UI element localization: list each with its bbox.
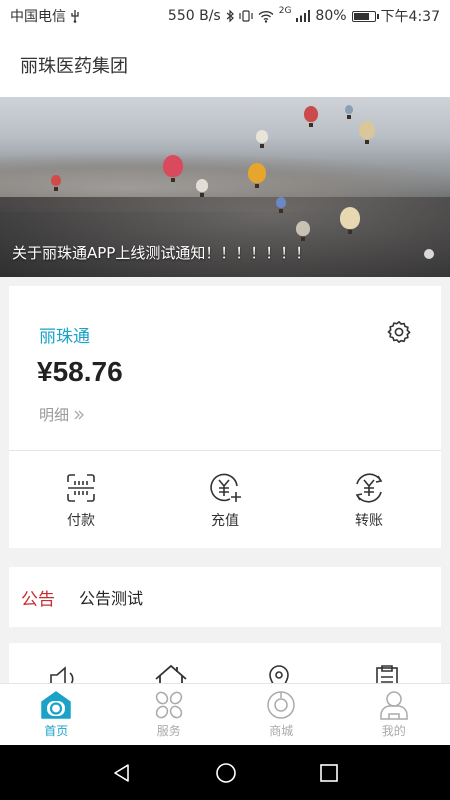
pay-label: 付款 [67, 513, 95, 529]
carousel-indicator[interactable] [424, 249, 434, 259]
wallet-balance: ¥58.76 [37, 356, 123, 387]
balloon-image [163, 155, 183, 182]
pay-button[interactable]: 付款 [9, 472, 153, 530]
yuan-plus-icon [210, 473, 241, 502]
vibrate-icon [239, 10, 253, 22]
detail-label: 明细 [39, 406, 70, 424]
announcement-text[interactable]: 公告测试 [79, 585, 143, 609]
balloon-image [51, 175, 61, 191]
tab-service[interactable]: 服务 [113, 684, 226, 745]
page-title: 丽珠医药集团 [20, 56, 128, 77]
clock: 下午4:37 [380, 9, 440, 25]
mall-icon [267, 691, 295, 719]
announcement-bar[interactable]: 公告 公告测试 [9, 567, 441, 627]
tab-mall-label: 商城 [269, 724, 294, 738]
wallet-name: 丽珠通 [39, 327, 90, 347]
recharge-button[interactable]: 充值 [153, 472, 297, 530]
bottom-tab-bar: 首页 服务 商城 我的 [0, 683, 450, 745]
announcement-tag: 公告 [21, 589, 55, 610]
barcode-scan-icon [67, 474, 95, 502]
balloon-image [248, 163, 266, 188]
system-nav-bar [0, 745, 450, 800]
network-type: 2G [278, 6, 292, 16]
status-bar: 中国电信 550 B/s 2G 80% 下午4:37 [0, 0, 450, 32]
detail-link[interactable]: 明细 [39, 404, 85, 425]
battery-percent: 80% [315, 8, 347, 24]
wallet-card: 丽珠通 ¥58.76 明细 付款 充值 转账 [9, 286, 441, 548]
tab-profile-label: 我的 [381, 724, 406, 738]
transfer-button[interactable]: 转账 [297, 472, 441, 530]
home-icon [41, 691, 71, 719]
app-header: 丽珠医药集团 [0, 32, 450, 98]
balloon-image [256, 130, 268, 148]
home-button-icon[interactable] [215, 762, 237, 784]
balloon-image [196, 179, 208, 197]
back-icon[interactable] [111, 762, 133, 784]
card-divider [9, 450, 441, 451]
bluetooth-icon [226, 9, 234, 23]
banner-image-valley [0, 197, 450, 277]
banner-caption[interactable]: 关于丽珠通APP上线测试通知！！！！！！！ [12, 242, 310, 263]
carrier-label: 中国电信 [10, 9, 66, 25]
battery-icon [351, 10, 379, 22]
wifi-icon [258, 10, 274, 23]
tab-home-label: 首页 [44, 724, 69, 738]
signal-icon [296, 10, 311, 22]
tab-service-label: 服务 [156, 724, 181, 738]
balloon-image [276, 197, 286, 213]
transfer-label: 转账 [355, 513, 383, 529]
balloon-image [340, 207, 360, 234]
wallet-actions: 付款 充值 转账 [9, 472, 441, 530]
yuan-transfer-icon [355, 473, 383, 503]
tab-home[interactable]: 首页 [0, 684, 113, 745]
network-speed: 550 B/s [167, 8, 221, 24]
profile-icon [380, 691, 408, 720]
usb-icon [71, 10, 79, 23]
recharge-label: 充值 [211, 513, 239, 529]
balloon-image [359, 121, 375, 144]
banner-carousel[interactable]: 关于丽珠通APP上线测试通知！！！！！！！ [0, 97, 450, 277]
tab-profile[interactable]: 我的 [338, 684, 450, 745]
balloon-image [304, 106, 318, 127]
recents-icon[interactable] [319, 763, 339, 783]
double-chevron-right-icon [74, 410, 84, 419]
service-icon [155, 691, 182, 719]
tab-mall[interactable]: 商城 [225, 684, 338, 745]
balloon-image [345, 105, 353, 119]
gear-icon[interactable] [387, 320, 411, 344]
balloon-image [296, 221, 310, 241]
